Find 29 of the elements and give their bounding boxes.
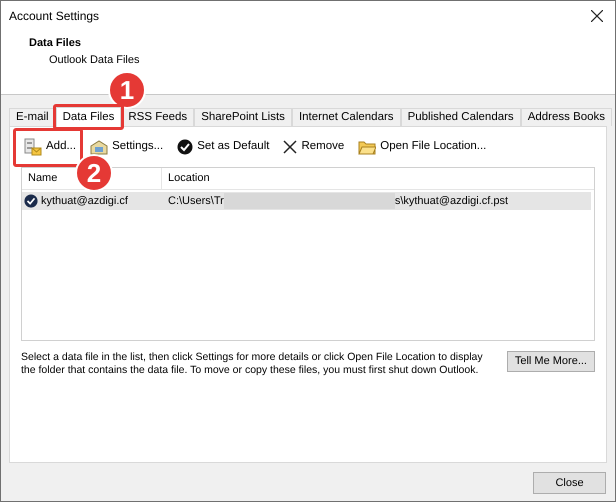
table-cell-text: C:\Users\Tr [168,194,224,209]
table-cell-text: kythuat@azdigi.cf [41,194,128,209]
x-icon [283,140,298,154]
column-header[interactable]: Location [162,168,594,189]
tab[interactable]: Internet Calendars [292,108,401,126]
tab[interactable]: RSS Feeds [121,108,194,126]
table-cell-text: s\kythuat@azdigi.cf.pst [394,194,508,209]
toolbar-button[interactable]: Add... [22,138,78,156]
window-title: Account Settings [9,8,100,25]
tab[interactable]: Published Calendars [400,108,521,126]
tab[interactable]: SharePoint Lists [194,108,292,126]
toolbar-button[interactable]: Open File Location... [356,138,488,156]
settings-icon [90,138,108,156]
close-button[interactable]: Close [533,472,606,494]
tab[interactable]: E-mail [9,108,56,126]
tab[interactable]: Address Books [520,108,612,126]
close-icon[interactable] [591,10,603,22]
tab[interactable]: Data Files [56,107,122,127]
folder-icon [358,139,376,155]
table-row[interactable]: kythuat@azdigi.cf C:\Users\Tr s\kythuat@azdigi.cf.pst [22,192,591,210]
data-file-icon [24,138,42,156]
toolbar-button[interactable]: Remove [281,138,346,156]
header-title: Data Files [29,36,82,51]
check-circle-icon [177,139,194,155]
header-subtitle: Outlook Data Files [48,52,140,68]
toolbar-button[interactable]: Settings... [88,138,166,156]
toolbar-button[interactable]: Set as Default [175,138,272,156]
description-text: Select a data file in the list, then click Settings for more details or click Open File Location to display the folder that contains the data file. To move or copy these files, you must first shut down Outlook. [21,351,484,377]
tell-me-more-button[interactable]: Tell Me More... [506,351,595,372]
